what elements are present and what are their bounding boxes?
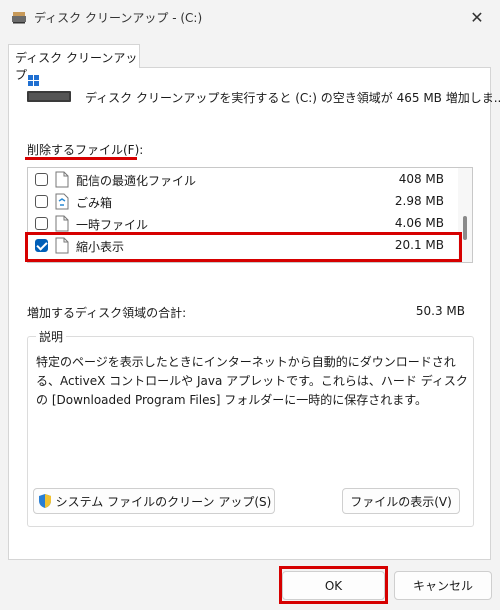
view-files-button[interactable]: ファイルの表示(V)	[342, 488, 460, 514]
file-size: 408 MB	[398, 172, 444, 186]
close-button[interactable]: ✕	[454, 0, 500, 34]
file-icon	[55, 215, 69, 232]
file-name: ごみ箱	[76, 196, 113, 210]
file-name: 縮小表示	[76, 240, 125, 254]
file-checkbox[interactable]	[35, 195, 48, 208]
description-text: 特定のページを表示したときにインターネットから自動的にダウンロードされる、Act…	[36, 355, 468, 407]
total-space-value: 50.3 MB	[415, 304, 465, 318]
summary-text: ディスク クリーンアップを実行すると (C:) の空き領域が 465 MB 増加…	[85, 91, 500, 105]
vertical-scrollbar[interactable]	[458, 168, 472, 262]
cleanup-system-files-button[interactable]: システム ファイルのクリーン アップ(S)	[33, 488, 275, 514]
highlight-underline	[25, 157, 137, 160]
main-panel: ディスク クリーンアップを実行すると (C:) の空き領域が 465 MB 増加…	[8, 67, 500, 560]
file-list[interactable]: 配信の最適化ファイル 408 MB ごみ箱 2.98 MB 一時ファイル 4.0…	[27, 167, 473, 263]
files-to-delete-label: 削除するファイル(F):	[27, 143, 144, 157]
file-size: 20.1 MB	[394, 238, 444, 252]
description-title: 説明	[36, 328, 67, 345]
file-name: 一時ファイル	[76, 218, 149, 232]
list-item[interactable]: ごみ箱 2.98 MB	[28, 191, 456, 213]
list-item[interactable]: 一時ファイル 4.06 MB	[28, 213, 456, 235]
drive-icon	[27, 75, 71, 102]
list-item-selected[interactable]: 縮小表示 20.1 MB	[28, 235, 456, 257]
recycle-bin-icon	[55, 193, 69, 210]
file-name: 配信の最適化ファイル	[76, 174, 197, 188]
file-checkbox[interactable]	[35, 217, 48, 230]
list-divider	[30, 260, 454, 261]
cleanup-system-files-label: システム ファイルのクリーン アップ(S)	[55, 494, 272, 509]
file-size: 2.98 MB	[394, 194, 444, 208]
window-title: ディスク クリーンアップ - (C:)	[34, 11, 203, 25]
cancel-button[interactable]: キャンセル	[394, 571, 492, 600]
title-bar: ディスク クリーンアップ - (C:) ✕	[0, 0, 500, 34]
tab-disk-cleanup[interactable]: ディスク クリーンアップ	[8, 44, 140, 82]
total-space-label: 増加するディスク領域の合計:	[27, 306, 187, 320]
disk-cleanup-icon	[12, 12, 26, 24]
file-checkbox[interactable]	[35, 173, 48, 186]
file-size: 4.06 MB	[394, 216, 444, 230]
ok-button[interactable]: OK	[282, 571, 385, 600]
file-icon	[55, 237, 69, 254]
file-icon	[55, 171, 69, 188]
uac-shield-icon	[38, 494, 51, 508]
file-checkbox-checked[interactable]	[35, 239, 48, 252]
list-item[interactable]: 配信の最適化ファイル 408 MB	[28, 169, 456, 191]
scrollbar-thumb[interactable]	[463, 216, 467, 240]
